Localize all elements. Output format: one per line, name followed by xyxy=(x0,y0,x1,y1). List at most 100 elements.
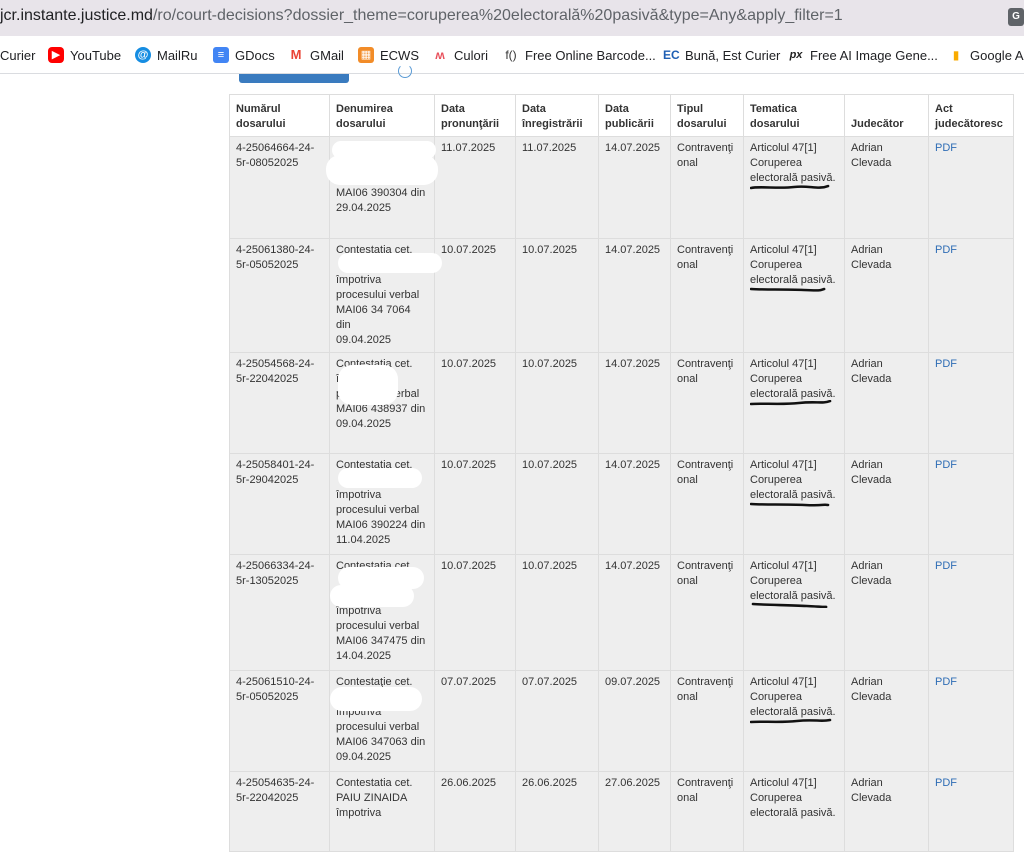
case-name-line: procesului verbal xyxy=(336,721,420,733)
px-icon: px xyxy=(788,47,804,63)
bookmark-culori[interactable]: ʍ Culori xyxy=(432,46,488,64)
date-published: 09.07.2025 xyxy=(605,676,661,688)
case-type-cell: Contravenţional xyxy=(670,238,744,353)
date-registered: 07.07.2025 xyxy=(522,676,578,688)
redaction-blur xyxy=(338,253,442,273)
judge-name: Adrian Clevada xyxy=(851,777,892,804)
extension-icon[interactable]: G xyxy=(1008,8,1024,26)
date-registered-cell: 10.07.2025 xyxy=(515,554,599,671)
address-bar[interactable]: jcr.instante.justice.md/ro/court-decisio… xyxy=(0,0,1024,36)
pdf-link[interactable]: PDF xyxy=(935,676,957,688)
pdf-link[interactable]: PDF xyxy=(935,244,957,256)
table-row: 4-25054635-24-5r-22042025 Contestatia cet… xyxy=(229,771,1014,852)
column-header[interactable]: Data înregistrării xyxy=(515,94,599,137)
column-header[interactable]: Data pronunţării xyxy=(434,94,516,137)
bookmark-gdocs[interactable]: ≡ GDocs xyxy=(213,46,275,64)
case-name-line: MAI06 347475 din xyxy=(336,635,426,647)
bookmark-ecws[interactable]: ▦ ECWS xyxy=(358,46,419,64)
pdf-link[interactable]: PDF xyxy=(935,142,957,154)
column-header[interactable]: Tipul dosarului xyxy=(670,94,744,137)
column-header[interactable]: Data publicării xyxy=(598,94,671,137)
ec-icon: EC xyxy=(663,47,680,63)
case-type: Contravenţional xyxy=(677,560,734,587)
bookmark-gmail[interactable]: M GMail xyxy=(288,46,344,64)
pdf-link[interactable]: PDF xyxy=(935,560,957,572)
bookmark-label: YouTube xyxy=(70,47,122,63)
pdf-link[interactable]: PDF xyxy=(935,358,957,370)
bookmark-google-analytics[interactable]: ▮ Google Ar xyxy=(948,46,1024,64)
redaction-blur xyxy=(326,155,438,185)
judge-name: Adrian Clevada xyxy=(851,676,892,703)
pdf-link-cell: PDF xyxy=(928,771,1014,852)
date-registered: 10.07.2025 xyxy=(522,459,578,471)
case-name-line: procesului verbal xyxy=(336,504,420,516)
case-topic-cell: Articolul 47[1] Coruperea electorală pasiv… xyxy=(743,352,845,454)
case-topic-line: Coruperea xyxy=(750,259,802,271)
pdf-link-cell: PDF xyxy=(928,238,1014,353)
judge-name-cell: Adrian Clevada xyxy=(844,670,929,772)
column-header[interactable]: Numărul dosarului xyxy=(229,94,330,137)
case-topic-line: Coruperea xyxy=(750,157,802,169)
case-name-line: 09.04.2025 xyxy=(336,334,392,346)
case-topic-line: electorală pasivă. xyxy=(750,171,838,190)
case-topic-line: Coruperea xyxy=(750,373,802,385)
pdf-link-cell: PDF xyxy=(928,670,1014,772)
case-name-cell: Contestatia cet. PAIU ZINAIDA împotriva xyxy=(329,771,435,852)
case-topic-line: electorală pasivă. xyxy=(750,806,838,821)
case-type-cell: Contravenţional xyxy=(670,670,744,772)
date-registered: 10.07.2025 xyxy=(522,244,578,256)
judge-name: Adrian Clevada xyxy=(851,358,892,385)
youtube-icon: ▶ xyxy=(48,47,64,63)
case-type: Contravenţional xyxy=(677,459,734,486)
url-path: /ro/court-decisions?dossier_theme=corupe… xyxy=(152,7,843,24)
pdf-link[interactable]: PDF xyxy=(935,777,957,789)
bookmark-curier[interactable]: Curier xyxy=(0,46,35,64)
date-registered-cell: 10.07.2025 xyxy=(515,453,599,555)
case-name-line: MAI06 34 7064 din xyxy=(336,304,411,331)
date-published: 14.07.2025 xyxy=(605,560,661,572)
spinner-icon xyxy=(398,64,412,78)
case-name-line: împotriva xyxy=(336,274,382,286)
bookmark-label: GDocs xyxy=(235,47,275,63)
column-header[interactable]: Act judecătoresc xyxy=(928,94,1014,137)
case-number-cell: 4-25054635-24-5r-22042025 xyxy=(229,771,330,852)
date-registered-cell: 10.07.2025 xyxy=(515,352,599,454)
date-published: 27.06.2025 xyxy=(605,777,661,789)
case-topic-line: electorală pasivă. xyxy=(750,589,838,608)
judge-name: Adrian Clevada xyxy=(851,244,892,271)
judge-name: Adrian Clevada xyxy=(851,142,892,169)
bookmark-est-curier[interactable]: EC Bună, Est Curier xyxy=(663,46,780,64)
case-topic-cell: Articolul 47[1] Coruperea electorală pasiv… xyxy=(743,771,845,852)
table-row: 4-25061510-24-5r-05052025 Contestaţie cet… xyxy=(229,670,1014,772)
date-published: 14.07.2025 xyxy=(605,142,661,154)
bookmark-label: ECWS xyxy=(380,47,419,63)
bookmark-mailru[interactable]: @ MailRu xyxy=(135,46,197,64)
url-text[interactable]: jcr.instante.justice.md/ro/court-decisio… xyxy=(0,7,843,25)
judge-name: Adrian Clevada xyxy=(851,560,892,587)
hand-underline xyxy=(750,287,826,292)
bookmark-label: MailRu xyxy=(157,47,198,63)
bookmark-youtube[interactable]: ▶ YouTube xyxy=(48,46,121,64)
case-name-line: MAI06 347063 din xyxy=(336,736,426,748)
column-header[interactable]: Judecător xyxy=(844,94,929,137)
pdf-link-cell: PDF xyxy=(928,453,1014,555)
judge-name-cell: Adrian Clevada xyxy=(844,453,929,555)
bookmark-ai-image[interactable]: px Free AI Image Gene... xyxy=(788,46,938,64)
case-type: Contravenţional xyxy=(677,142,734,169)
case-topic-line: electorală pasivă. xyxy=(750,387,838,406)
date-registered-cell: 11.07.2025 xyxy=(515,136,599,239)
case-name-cell: Contestatia cet.împotrivaprocesului verb… xyxy=(329,352,435,454)
bookmark-label: GMail xyxy=(310,47,344,63)
redaction-blur xyxy=(338,468,422,488)
bookmark-label: Bună, Est Curier xyxy=(685,47,781,63)
case-name-line: împotriva xyxy=(336,489,382,501)
date-pronounced-cell: 10.07.2025 xyxy=(434,554,516,671)
bookmark-barcode[interactable]: f() Free Online Barcode... xyxy=(503,46,656,64)
case-type-cell: Contravenţional xyxy=(670,554,744,671)
case-topic-cell: Articolul 47[1] Coruperea electorală pasiv… xyxy=(743,670,845,772)
pdf-link[interactable]: PDF xyxy=(935,459,957,471)
column-header[interactable]: Tematica dosarului xyxy=(743,94,845,137)
filter-button[interactable] xyxy=(239,74,349,83)
date-registered: 10.07.2025 xyxy=(522,358,578,370)
column-header[interactable]: Denumirea dosarului xyxy=(329,94,435,137)
